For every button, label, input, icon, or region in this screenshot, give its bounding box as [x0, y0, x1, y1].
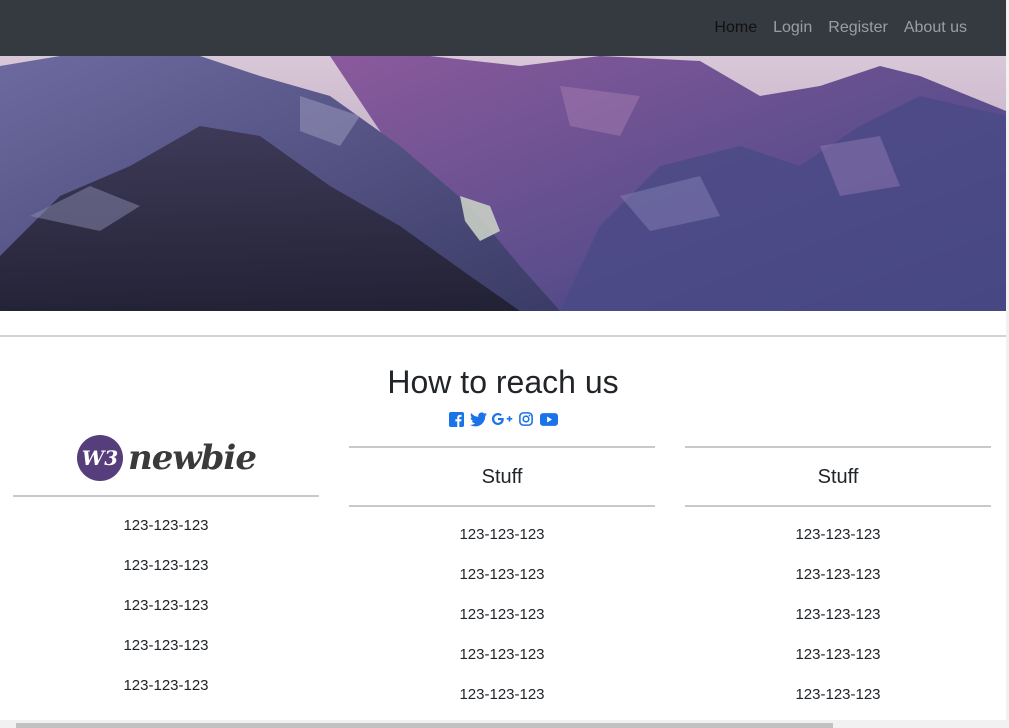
contact-section-title: How to reach us — [387, 364, 619, 400]
contact-column-stuff-1: Stuff 123-123-123 123-123-123 123-123-12… — [349, 446, 655, 715]
hero-mountain-image — [0, 56, 1006, 311]
nav-home-link[interactable]: Home — [714, 19, 757, 37]
horizontal-scrollbar-thumb[interactable] — [16, 723, 833, 728]
list-item: 123-123-123 — [795, 606, 881, 623]
list-item: 123-123-123 — [123, 637, 209, 654]
list-item: 123-123-123 — [795, 566, 881, 583]
list-item: 123-123-123 — [459, 526, 545, 543]
list-item: 123-123-123 — [123, 597, 209, 614]
facebook-icon[interactable] — [447, 410, 465, 428]
logo-text: newbie — [128, 437, 257, 478]
phone-list: 123-123-123 123-123-123 123-123-123 123-… — [349, 515, 655, 715]
w3newbie-logo: W3 newbie — [76, 434, 257, 482]
list-item: 123-123-123 — [795, 526, 881, 543]
youtube-icon[interactable] — [539, 410, 559, 428]
phone-list: 123-123-123 123-123-123 123-123-123 123-… — [13, 506, 319, 706]
list-item: 123-123-123 — [123, 557, 209, 574]
nav-links: Home Login Register About us — [714, 0, 967, 56]
list-item: 123-123-123 — [459, 646, 545, 663]
nav-about-link[interactable]: About us — [904, 19, 967, 37]
list-item: 123-123-123 — [459, 686, 545, 703]
list-item: 123-123-123 — [795, 686, 881, 703]
horizontal-scrollbar[interactable] — [0, 720, 1006, 728]
instagram-icon[interactable] — [517, 410, 535, 428]
phone-list: 123-123-123 123-123-123 123-123-123 123-… — [685, 515, 991, 715]
list-item: 123-123-123 — [459, 566, 545, 583]
google-plus-icon[interactable] — [491, 410, 513, 428]
list-item: 123-123-123 — [123, 677, 209, 694]
section-divider — [0, 335, 1006, 337]
list-item: 123-123-123 — [795, 646, 881, 663]
list-item: 123-123-123 — [123, 517, 209, 534]
contact-column-stuff-2: Stuff 123-123-123 123-123-123 123-123-12… — [685, 446, 991, 715]
mountain-illustration — [0, 56, 1006, 311]
list-item: 123-123-123 — [459, 606, 545, 623]
nav-login-link[interactable]: Login — [773, 19, 812, 37]
logo-header: W3 newbie — [13, 420, 319, 497]
top-navbar: Home Login Register About us — [0, 0, 1006, 56]
w3-logo-icon: W3 — [77, 434, 124, 481]
svg-text:W3: W3 — [82, 446, 118, 470]
column-title: Stuff — [685, 446, 991, 507]
twitter-icon[interactable] — [469, 410, 487, 428]
column-title: Stuff — [349, 446, 655, 507]
contact-column-logo: W3 newbie 123-123-123 123-123-123 123-12… — [13, 420, 319, 706]
nav-register-link[interactable]: Register — [828, 19, 888, 37]
